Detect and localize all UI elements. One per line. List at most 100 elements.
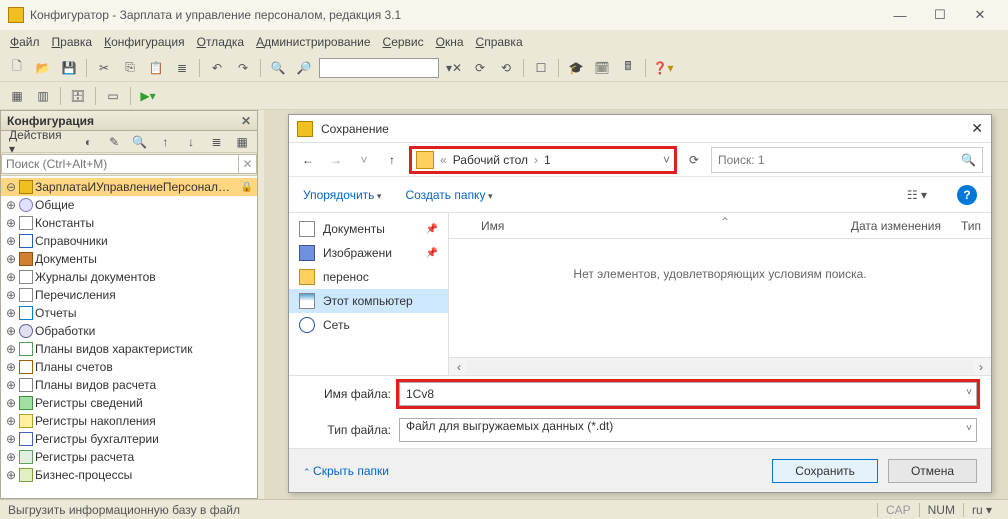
tree-item[interactable]: ⊕Регистры бухгалтерии xyxy=(1,430,257,448)
tree-item[interactable]: ⊕Регистры расчета xyxy=(1,448,257,466)
col-name[interactable]: Имя xyxy=(471,219,841,233)
scroll-right-icon[interactable]: › xyxy=(973,360,989,374)
config-search-clear-icon[interactable]: ✕ xyxy=(239,154,257,174)
view-mode-button[interactable]: ☷ ▾ xyxy=(901,188,933,202)
nav-tree-item[interactable]: Документы📌 xyxy=(289,217,448,241)
dialog-close-icon[interactable]: ✕ xyxy=(971,120,983,137)
tree-item[interactable]: ⊕Планы видов характеристик xyxy=(1,340,257,358)
dialog-nav-tree[interactable]: Документы📌Изображени📌переносЭтот компьют… xyxy=(289,213,449,375)
tool-b-icon[interactable]: ⟲ xyxy=(495,57,517,79)
tree-item[interactable]: ⊕Регистры накопления xyxy=(1,412,257,430)
cancel-button[interactable]: Отмена xyxy=(888,459,977,483)
path-breadcrumb[interactable]: « Рабочий стол › 1 ˅ xyxy=(409,146,677,174)
tree-item[interactable]: ⊕Планы видов расчета xyxy=(1,376,257,394)
tree-item[interactable]: ⊕Документы xyxy=(1,250,257,268)
undo-icon[interactable]: ↶ xyxy=(206,57,228,79)
cfg-btn-5[interactable]: ↓ xyxy=(180,131,202,153)
new-icon[interactable]: 🗋 xyxy=(6,57,28,79)
cfg-btn-2[interactable]: ✎ xyxy=(103,131,125,153)
menu-item[interactable]: Конфигурация xyxy=(104,35,185,49)
close-button[interactable]: ✕ xyxy=(960,1,1000,29)
person-icon[interactable]: 🎓 xyxy=(565,57,587,79)
grid-icon[interactable]: ▦ xyxy=(6,85,28,107)
window-icon[interactable]: ▭ xyxy=(102,85,124,107)
dialog-search[interactable]: Поиск: 1 🔍 xyxy=(711,147,983,173)
status-lang[interactable]: ru ▾ xyxy=(963,503,1000,517)
new-folder-button[interactable]: Создать папку xyxy=(405,188,492,202)
db-icon[interactable]: ▥ xyxy=(32,85,54,107)
nav-forward-button[interactable]: → xyxy=(325,153,347,167)
zoom-icon[interactable]: 🔎 xyxy=(293,57,315,79)
scroll-left-icon[interactable]: ‹ xyxy=(451,360,467,374)
save-icon[interactable]: 💾 xyxy=(58,57,80,79)
config-tree[interactable]: ⊖ЗарплатаИУправлениеПерсонал…🔒⊕Общие⊕Кон… xyxy=(1,175,257,498)
maximize-button[interactable]: ☐ xyxy=(920,1,960,29)
cut-icon[interactable]: ✂ xyxy=(93,57,115,79)
redo-icon[interactable]: ↷ xyxy=(232,57,254,79)
save-button[interactable]: Сохранить xyxy=(772,459,878,483)
search-go-icon[interactable]: ▾✕ xyxy=(443,57,465,79)
menu-item[interactable]: Справка xyxy=(476,35,523,49)
nav-up-button[interactable]: ˅ xyxy=(353,153,375,167)
nav-tree-item[interactable]: Этот компьютер xyxy=(289,289,448,313)
cfg-btn-1[interactable]: ◐ xyxy=(78,131,100,153)
filetype-dropdown-icon[interactable]: ˅ xyxy=(966,423,972,434)
actions-menu[interactable]: Действия ▾ xyxy=(5,128,74,156)
nav-tree-item[interactable]: Изображени📌 xyxy=(289,241,448,265)
run-icon[interactable]: ▶▾ xyxy=(137,85,159,107)
tree-item[interactable]: ⊕Планы счетов xyxy=(1,358,257,376)
copy-icon[interactable]: ⎘ xyxy=(119,57,141,79)
col-type[interactable]: Тип xyxy=(951,219,991,233)
compare-icon[interactable]: ≣ xyxy=(171,57,193,79)
config-search-input[interactable] xyxy=(1,154,239,174)
horizontal-scrollbar[interactable]: ‹ › xyxy=(449,357,991,375)
tree-item[interactable]: ⊕Бизнес-процессы xyxy=(1,466,257,484)
tree-item[interactable]: ⊕Регистры сведений xyxy=(1,394,257,412)
tool-c-icon[interactable]: ☐ xyxy=(530,57,552,79)
organize-menu[interactable]: Упорядочить xyxy=(303,188,381,202)
server-icon[interactable]: 🗄 xyxy=(67,85,89,107)
menu-item[interactable]: Окна xyxy=(436,35,464,49)
path-seg-1[interactable]: Рабочий стол xyxy=(453,153,528,167)
tool-a-icon[interactable]: ⟳ xyxy=(469,57,491,79)
menu-item[interactable]: Файл xyxy=(10,35,40,49)
tree-item[interactable]: ⊕Отчеты xyxy=(1,304,257,322)
find-icon[interactable]: 🔍 xyxy=(267,57,289,79)
config-panel-close-icon[interactable]: ✕ xyxy=(241,114,251,128)
path-dropdown-icon[interactable]: ˅ xyxy=(663,153,670,167)
calc-icon[interactable]: 🖩 xyxy=(617,57,639,79)
tree-item[interactable]: ⊖ЗарплатаИУправлениеПерсонал…🔒 xyxy=(1,178,257,196)
menu-item[interactable]: Сервис xyxy=(383,35,424,49)
hide-folders-link[interactable]: Скрыть папки xyxy=(303,464,389,478)
help-icon[interactable]: ❓▾ xyxy=(652,57,674,79)
open-icon[interactable]: 📂 xyxy=(32,57,54,79)
nav-tree-item[interactable]: Сеть xyxy=(289,313,448,337)
menu-item[interactable]: Отладка xyxy=(197,35,244,49)
cfg-btn-7[interactable]: ▦ xyxy=(231,131,253,153)
col-date[interactable]: Дата изменения xyxy=(841,219,951,233)
tree-item[interactable]: ⊕Журналы документов xyxy=(1,268,257,286)
path-seg-2[interactable]: 1 xyxy=(544,153,551,167)
search-input[interactable] xyxy=(319,58,439,78)
filename-input[interactable] xyxy=(399,382,977,406)
paste-icon[interactable]: 📋 xyxy=(145,57,167,79)
filename-dropdown-icon[interactable]: ˅ xyxy=(966,387,972,398)
refresh-button[interactable]: ⟳ xyxy=(683,153,705,167)
cfg-btn-4[interactable]: ↑ xyxy=(155,131,177,153)
tree-item[interactable]: ⊕Перечисления xyxy=(1,286,257,304)
menu-item[interactable]: Правка xyxy=(52,35,93,49)
nav-back-button[interactable]: ← xyxy=(297,153,319,167)
filetype-select[interactable]: Файл для выгружаемых данных (*.dt) xyxy=(399,418,977,442)
tree-item[interactable]: ⊕Справочники xyxy=(1,232,257,250)
tree-item[interactable]: ⊕Обработки xyxy=(1,322,257,340)
menu-item[interactable]: Администрирование xyxy=(256,35,370,49)
nav-tree-item[interactable]: перенос xyxy=(289,265,448,289)
cfg-btn-3[interactable]: 🔍 xyxy=(129,131,151,153)
nav-parent-button[interactable]: ↑ xyxy=(381,153,403,167)
dialog-help-button[interactable]: ? xyxy=(957,185,977,205)
tree-item[interactable]: ⊕Константы xyxy=(1,214,257,232)
cfg-btn-6[interactable]: ≣ xyxy=(206,131,228,153)
tree-item[interactable]: ⊕Общие xyxy=(1,196,257,214)
minimize-button[interactable]: — xyxy=(880,1,920,29)
calendar-icon[interactable]: 🗓 xyxy=(591,57,613,79)
